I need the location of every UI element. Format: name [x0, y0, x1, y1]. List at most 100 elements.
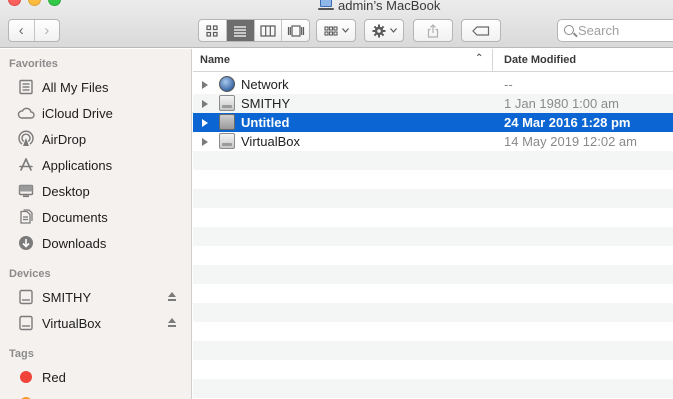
sidebar-item-label: SMITHY	[42, 289, 92, 305]
sidebar-item-desktop[interactable]: Desktop	[0, 178, 191, 204]
empty-row	[193, 284, 673, 303]
icon-view-icon	[206, 24, 218, 37]
row-name: VirtualBox	[241, 134, 301, 149]
list-row-smithy[interactable]: SMITHY 1 Jan 1980 1:00 am	[193, 94, 673, 113]
row-date: --	[504, 77, 513, 92]
chevron-down-icon	[341, 28, 349, 33]
date-modified-column-header[interactable]: Date Modified	[504, 54, 576, 66]
empty-row	[193, 360, 673, 379]
sidebar-item-all-my-files[interactable]: All My Files	[0, 74, 191, 100]
window-title-text: admin’s MacBook	[338, 0, 441, 13]
row-name: SMITHY	[241, 96, 291, 111]
list-view-icon	[234, 25, 247, 37]
sort-ascending-icon: ⌃	[475, 53, 484, 64]
disclosure-triangle-icon[interactable]	[202, 81, 208, 89]
column-header: Name ⌃ Date Modified	[193, 49, 673, 72]
sidebar-item-label: VirtualBox	[42, 315, 102, 331]
cover-flow-view-button[interactable]	[281, 20, 309, 41]
row-name: Untitled	[241, 115, 290, 130]
column-view-icon	[260, 24, 276, 37]
cover-flow-icon	[287, 24, 304, 37]
sidebar-item-label: Desktop	[42, 183, 90, 199]
list-row-network[interactable]: Network --	[193, 75, 673, 94]
minimize-window-button[interactable]	[28, 0, 41, 6]
back-button[interactable]: ‹	[9, 20, 34, 41]
forward-button[interactable]: ›	[33, 20, 60, 41]
sidebar-item-documents[interactable]: Documents	[0, 204, 191, 230]
share-icon	[427, 23, 439, 38]
window-title: admin’s MacBook	[318, 0, 440, 13]
action-menu-button[interactable]	[364, 19, 404, 42]
eject-icon[interactable]	[167, 292, 177, 302]
close-window-button[interactable]	[8, 0, 21, 6]
row-name: Network	[241, 77, 289, 92]
sidebar-item-label: Documents	[42, 209, 108, 225]
empty-row	[193, 170, 673, 189]
favorites-heading: Favorites	[9, 58, 58, 70]
file-list: Name ⌃ Date Modified Network -- SMITHY 1…	[193, 49, 673, 399]
documents-icon	[17, 208, 35, 226]
eject-icon[interactable]	[167, 318, 177, 328]
list-row-virtualbox[interactable]: VirtualBox 14 May 2019 12:02 am	[193, 132, 673, 151]
disclosure-triangle-icon[interactable]	[202, 138, 208, 146]
empty-row	[193, 341, 673, 360]
arrange-button[interactable]	[316, 19, 356, 42]
sidebar-item-virtualbox[interactable]: VirtualBox	[0, 310, 191, 336]
drive-icon	[219, 133, 235, 149]
empty-row	[193, 379, 673, 398]
chevron-right-icon: ›	[44, 22, 50, 39]
empty-row	[193, 303, 673, 322]
devices-heading: Devices	[9, 268, 51, 280]
sidebar-item-label: All My Files	[42, 79, 109, 95]
navigation-buttons: ‹ ›	[8, 19, 60, 42]
drive-icon	[219, 95, 235, 111]
chevron-down-icon	[389, 28, 397, 33]
laptop-icon	[318, 0, 334, 11]
share-button[interactable]	[413, 19, 453, 42]
red-tag-dot-icon	[20, 371, 32, 383]
airdrop-icon	[17, 130, 35, 148]
row-date: 24 Mar 2016 1:28 pm	[504, 115, 631, 130]
empty-row	[193, 322, 673, 341]
network-globe-icon	[219, 76, 235, 92]
empty-row	[193, 189, 673, 208]
column-view-button[interactable]	[253, 20, 282, 41]
search-icon	[564, 25, 574, 35]
edit-tags-button[interactable]	[461, 19, 501, 42]
zoom-window-button[interactable]	[48, 0, 61, 6]
toolbar: admin’s MacBook ‹ › Search	[0, 0, 673, 48]
sidebar-item-icloud-drive[interactable]: iCloud Drive	[0, 100, 191, 126]
tags-heading: Tags	[9, 348, 34, 360]
icon-view-button[interactable]	[199, 20, 226, 41]
sidebar-item-applications[interactable]: Applications	[0, 152, 191, 178]
row-date: 14 May 2019 12:02 am	[504, 134, 637, 149]
disclosure-triangle-icon[interactable]	[202, 119, 208, 127]
sidebar: Favorites All My Files iCloud Drive AirD…	[0, 49, 192, 399]
name-column-header[interactable]: Name	[200, 54, 230, 66]
arrange-icon	[323, 25, 338, 36]
applications-icon	[17, 156, 35, 174]
column-divider[interactable]	[492, 49, 493, 72]
empty-row	[193, 246, 673, 265]
cloud-icon	[17, 104, 35, 122]
sidebar-item-airdrop[interactable]: AirDrop	[0, 126, 191, 152]
disk-icon	[219, 114, 235, 130]
list-view-button[interactable]	[225, 20, 254, 41]
sidebar-item-label: Downloads	[42, 235, 107, 251]
view-mode-buttons	[198, 19, 310, 42]
empty-row	[193, 208, 673, 227]
sidebar-item-smithy[interactable]: SMITHY	[0, 284, 191, 310]
sidebar-item-tag-orange[interactable]	[0, 390, 191, 399]
empty-row	[193, 151, 673, 170]
disclosure-triangle-icon[interactable]	[202, 100, 208, 108]
gear-icon	[372, 24, 385, 37]
search-field[interactable]: Search	[557, 19, 673, 42]
sidebar-item-downloads[interactable]: Downloads	[0, 230, 191, 256]
list-row-untitled[interactable]: Untitled 24 Mar 2016 1:28 pm	[193, 113, 673, 132]
drive-icon	[17, 288, 35, 306]
chevron-left-icon: ‹	[18, 22, 24, 39]
desktop-icon	[17, 182, 35, 200]
search-placeholder: Search	[578, 23, 620, 38]
sidebar-item-tag-red[interactable]: Red	[0, 364, 191, 390]
sidebar-item-label: Red	[42, 369, 66, 385]
